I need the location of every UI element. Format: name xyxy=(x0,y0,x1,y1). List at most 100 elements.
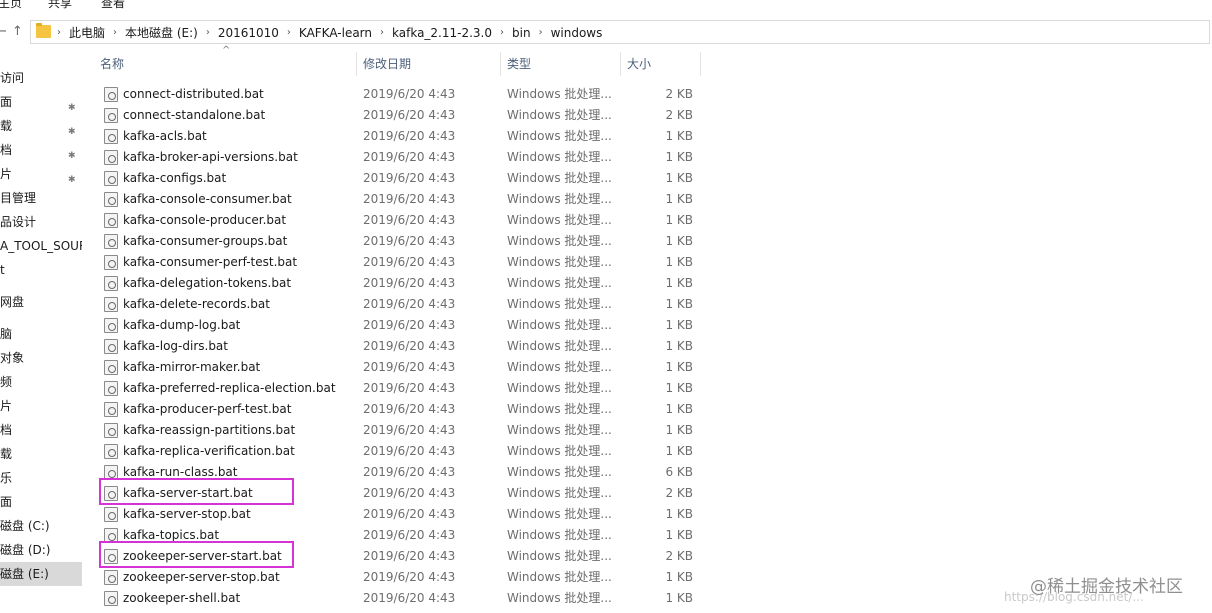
file-row[interactable]: kafka-consumer-groups.bat 2019/6/20 4:43 W… xyxy=(100,231,700,252)
nav-pane-item[interactable]: 网盘 xyxy=(0,290,82,314)
nav-pane-item[interactable]: 档 ✱ xyxy=(0,138,82,162)
file-row[interactable]: kafka-dump-log.bat 2019/6/20 4:43 Windows … xyxy=(100,315,700,336)
nav-pane-item[interactable]: 磁盘 (C:) xyxy=(0,514,82,538)
column-header-type[interactable]: 类型 xyxy=(501,48,531,80)
breadcrumb-separator-icon[interactable]: › xyxy=(113,27,117,38)
file-row[interactable]: kafka-consumer-perf-test.bat 2019/6/20 4:… xyxy=(100,252,700,273)
file-row[interactable]: connect-standalone.bat 2019/6/20 4:43 Wind… xyxy=(100,105,700,126)
file-modified-date: 2019/6/20 4:43 xyxy=(363,297,456,311)
file-type: Windows 批处理... xyxy=(507,297,612,311)
file-row[interactable]: zookeeper-server-stop.bat 2019/6/20 4:43 W… xyxy=(100,567,700,588)
pin-icon[interactable]: ✱ xyxy=(68,144,76,162)
file-row[interactable]: connect-distributed.bat 2019/6/20 4:43 Win… xyxy=(100,84,700,105)
file-type: Windows 批处理... xyxy=(507,129,612,143)
file-type: Windows 批处理... xyxy=(507,570,612,584)
file-row[interactable]: kafka-broker-api-versions.bat 2019/6/20 4… xyxy=(100,147,700,168)
batch-file-icon xyxy=(104,192,118,207)
file-row[interactable]: kafka-console-producer.bat 2019/6/20 4:43… xyxy=(100,210,700,231)
breadcrumb-separator-icon[interactable]: › xyxy=(539,27,543,38)
ribbon-tab-share[interactable]: 共享 xyxy=(48,0,72,11)
breadcrumb-item[interactable]: 20161010 xyxy=(218,26,279,40)
file-list: ^ 名称 修改日期 类型 大小 connect-distributed.bat 2… xyxy=(84,45,1212,613)
address-bar[interactable]: › 此电脑 › 本地磁盘 (E:) › 20161010 › KAFKA-learn › kafk… xyxy=(30,20,1210,44)
nav-pane-item-label: 目管理 xyxy=(0,191,37,205)
breadcrumb-item[interactable]: 此电脑 xyxy=(69,24,105,41)
nav-pane-item[interactable]: 访问 xyxy=(0,66,82,90)
column-header-date[interactable]: 修改日期 xyxy=(357,48,411,80)
file-size: 1 KB xyxy=(665,528,693,542)
nav-pane-item[interactable]: 片 ✱ xyxy=(0,162,82,186)
nav-pane-item[interactable]: 片 xyxy=(0,394,82,418)
nav-pane-item-label: 档 xyxy=(0,143,13,157)
file-name: kafka-consumer-perf-test.bat xyxy=(123,255,298,269)
file-modified-date: 2019/6/20 4:43 xyxy=(363,486,456,500)
file-row[interactable]: kafka-delegation-tokens.bat 2019/6/20 4:4… xyxy=(100,273,700,294)
file-type: Windows 批处理... xyxy=(507,402,612,416)
nav-pane-item[interactable]: 档 xyxy=(0,418,82,442)
file-row[interactable]: kafka-log-dirs.bat 2019/6/20 4:43 Windows … xyxy=(100,336,700,357)
file-name: kafka-dump-log.bat xyxy=(123,318,241,332)
column-header-size[interactable]: 大小 xyxy=(621,48,651,80)
breadcrumb-separator-icon[interactable]: › xyxy=(57,27,61,38)
folder-icon xyxy=(36,23,51,38)
file-row[interactable]: kafka-replica-verification.bat 2019/6/20 … xyxy=(100,441,700,462)
file-size: 1 KB xyxy=(665,570,693,584)
nav-pane-item[interactable]: 磁盘 (D:) xyxy=(0,538,82,562)
file-row[interactable]: kafka-reassign-partitions.bat 2019/6/20 4… xyxy=(100,420,700,441)
column-header-name[interactable]: 名称 xyxy=(94,48,124,80)
breadcrumb-item[interactable]: windows xyxy=(551,26,603,40)
pin-icon[interactable]: ✱ xyxy=(68,120,76,138)
column-divider[interactable] xyxy=(700,52,701,76)
file-type: Windows 批处理... xyxy=(507,108,612,122)
nav-pane-item[interactable]: t xyxy=(0,258,82,282)
breadcrumb-item[interactable]: kafka_2.11-2.3.0 xyxy=(392,26,492,40)
file-size: 1 KB xyxy=(665,213,693,227)
nav-pane-item[interactable]: 面 xyxy=(0,490,82,514)
nav-pane-item[interactable]: 频 xyxy=(0,370,82,394)
breadcrumb-separator-icon[interactable]: › xyxy=(500,27,504,38)
file-row[interactable]: kafka-producer-perf-test.bat 2019/6/20 4:… xyxy=(100,399,700,420)
breadcrumb-separator-icon[interactable]: › xyxy=(380,27,384,38)
file-row[interactable]: zookeeper-shell.bat 2019/6/20 4:43 Windows… xyxy=(100,588,700,609)
file-modified-date: 2019/6/20 4:43 xyxy=(363,465,456,479)
batch-file-icon xyxy=(104,318,118,333)
nav-pane-item[interactable]: 对象 xyxy=(0,346,82,370)
breadcrumb-item[interactable]: bin xyxy=(512,26,531,40)
file-row[interactable]: kafka-server-stop.bat 2019/6/20 4:43 Windo… xyxy=(100,504,700,525)
breadcrumb-separator-icon[interactable]: › xyxy=(206,27,210,38)
file-modified-date: 2019/6/20 4:43 xyxy=(363,171,456,185)
nav-pane-item[interactable]: 乐 xyxy=(0,466,82,490)
nav-pane-item[interactable]: 磁盘 (E:) xyxy=(0,562,82,586)
file-row[interactable]: kafka-configs.bat 2019/6/20 4:43 Windows 批… xyxy=(100,168,700,189)
back-arrow-icon[interactable]: ← xyxy=(0,24,7,39)
breadcrumb-item[interactable]: KAFKA-learn xyxy=(299,26,372,40)
pin-icon[interactable]: ✱ xyxy=(68,96,76,114)
file-row[interactable]: kafka-delete-records.bat 2019/6/20 4:43 Wi… xyxy=(100,294,700,315)
nav-pane-item[interactable]: 脑 xyxy=(0,322,82,346)
nav-pane-item[interactable]: 品设计 xyxy=(0,210,82,234)
up-arrow-icon[interactable]: ↑ xyxy=(12,24,23,39)
sort-ascending-icon: ^ xyxy=(222,45,231,56)
breadcrumb-item[interactable]: 本地磁盘 (E:) xyxy=(125,24,198,41)
file-name: kafka-producer-perf-test.bat xyxy=(123,402,292,416)
highlight-box xyxy=(99,541,294,568)
file-type: Windows 批处理... xyxy=(507,444,612,458)
nav-pane-item[interactable]: A_TOOL_SOUR xyxy=(0,234,82,258)
pin-icon[interactable]: ✱ xyxy=(68,168,76,186)
file-size: 2 KB xyxy=(665,486,693,500)
file-row[interactable]: kafka-preferred-replica-election.bat 2019… xyxy=(100,378,700,399)
nav-pane-item[interactable]: 载 xyxy=(0,442,82,466)
nav-pane-item[interactable]: 目管理 xyxy=(0,186,82,210)
breadcrumb-separator-icon[interactable]: › xyxy=(287,27,291,38)
batch-file-icon xyxy=(104,171,118,186)
file-row[interactable]: kafka-acls.bat 2019/6/20 4:43 Windows 批处理.… xyxy=(100,126,700,147)
nav-pane-item[interactable]: 载 ✱ xyxy=(0,114,82,138)
nav-pane-item[interactable]: 面 ✱ xyxy=(0,90,82,114)
file-row[interactable]: kafka-console-consumer.bat 2019/6/20 4:43… xyxy=(100,189,700,210)
ribbon-tab-home[interactable]: 主页 xyxy=(0,0,22,11)
batch-file-icon xyxy=(104,150,118,165)
file-size: 1 KB xyxy=(665,129,693,143)
file-row[interactable]: kafka-mirror-maker.bat 2019/6/20 4:43 Wind… xyxy=(100,357,700,378)
nav-pane-item-label: 磁盘 (E:) xyxy=(0,567,49,581)
ribbon-tab-view[interactable]: 查看 xyxy=(101,0,125,11)
